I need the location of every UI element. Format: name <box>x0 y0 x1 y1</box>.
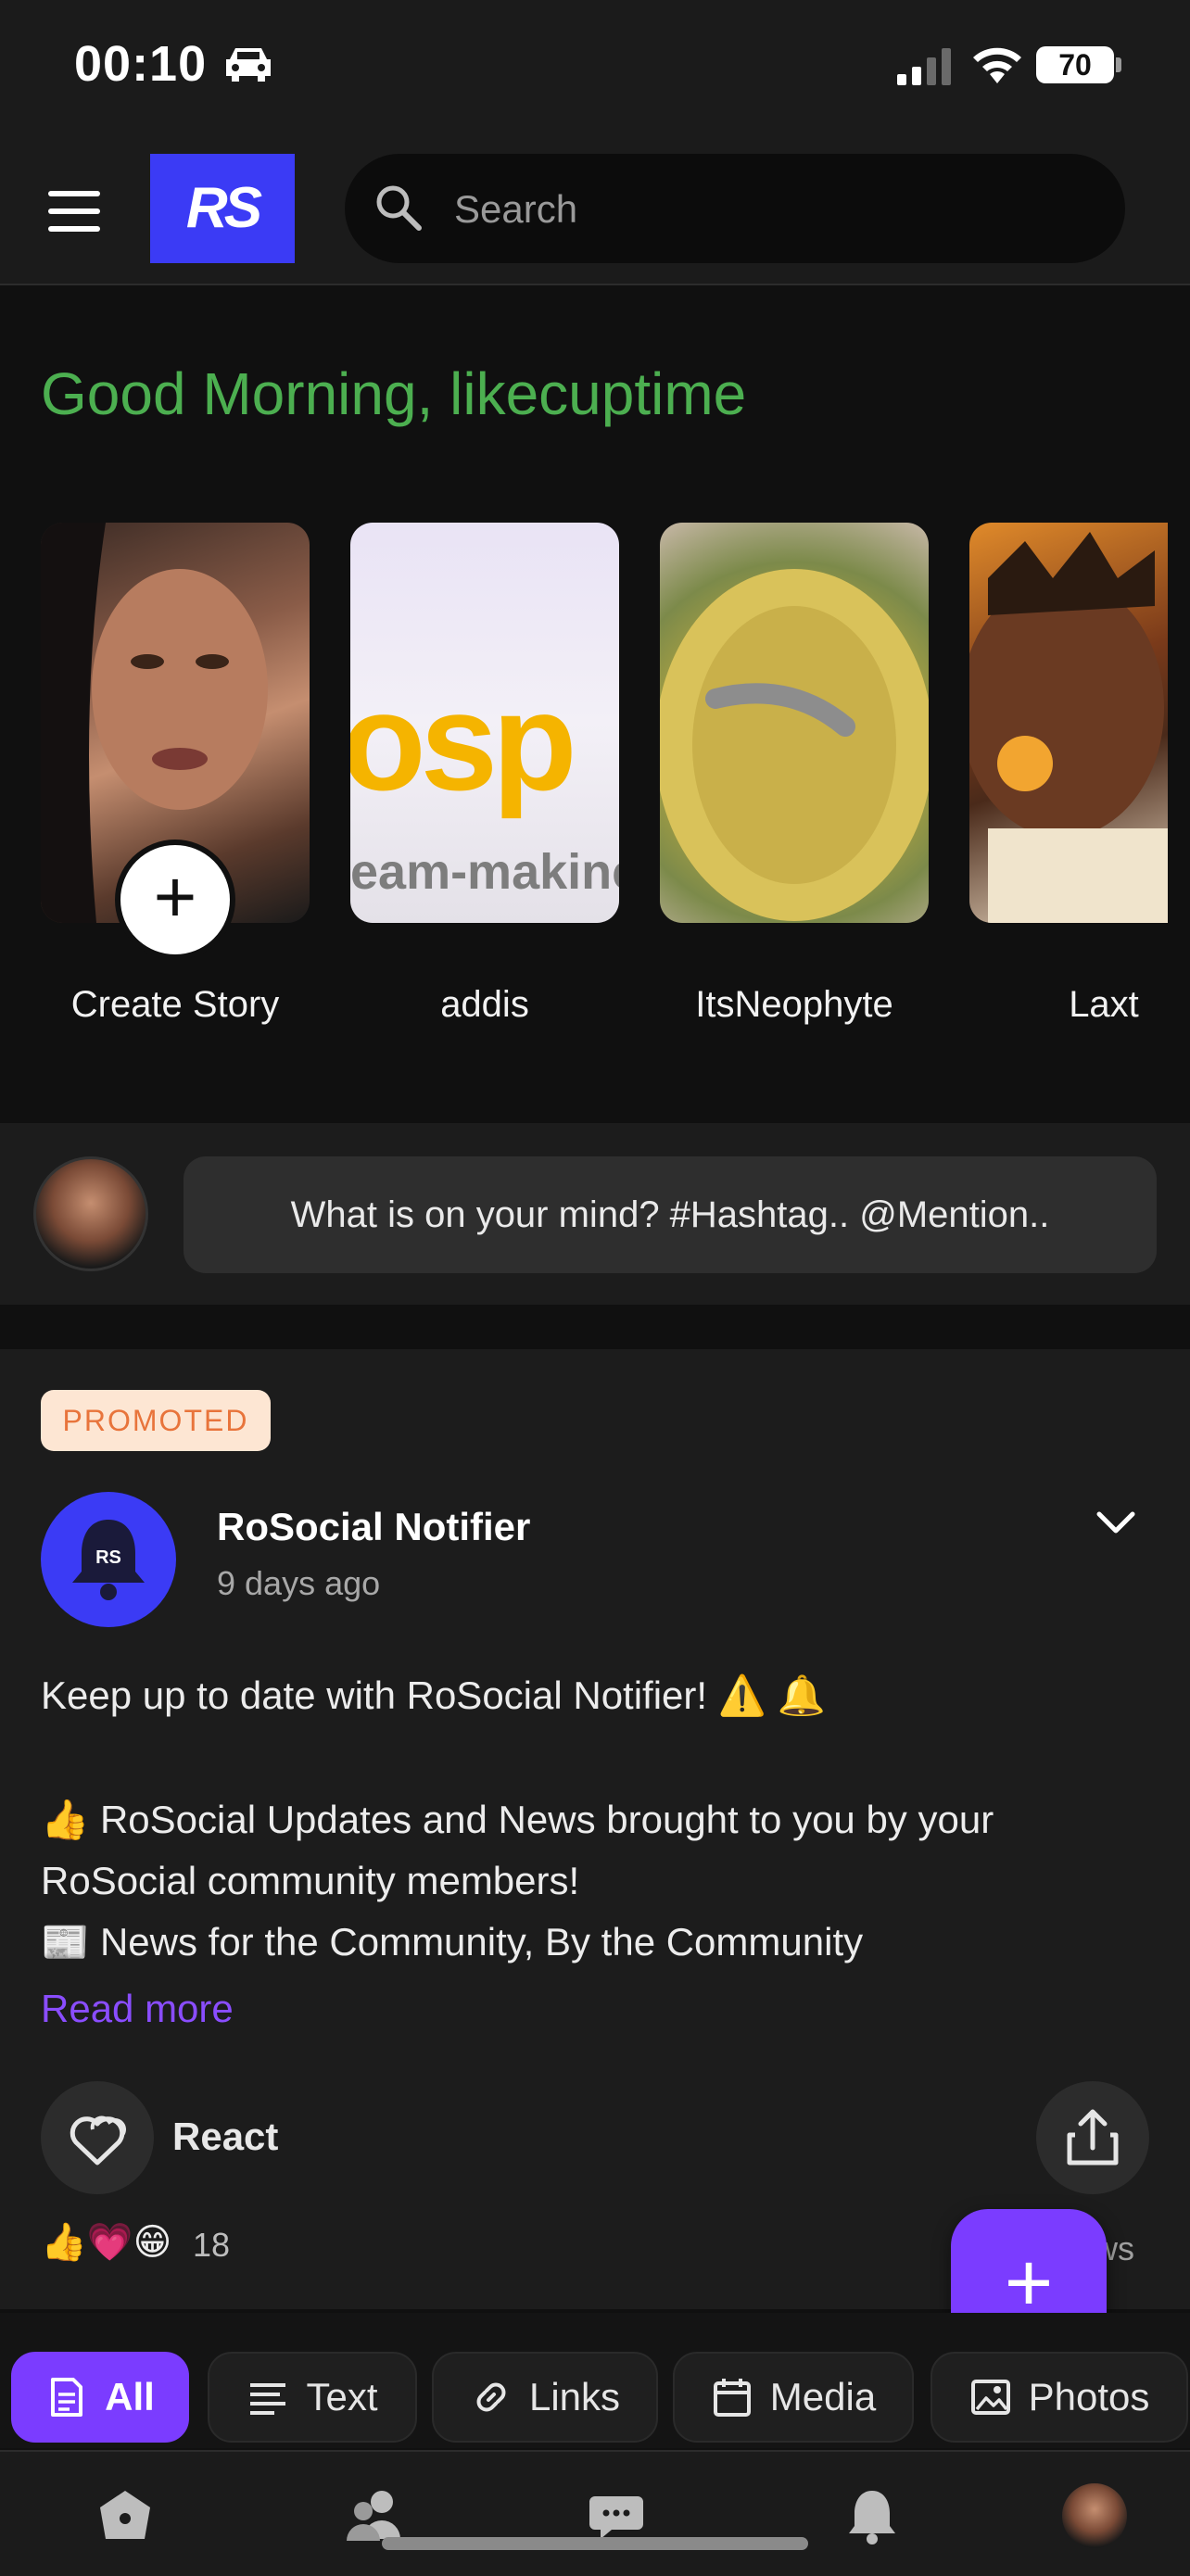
story-thumb-subtext: eam-makinc <box>350 844 619 900</box>
home-indicator <box>382 2537 808 2550</box>
app-logo[interactable]: RS <box>150 154 295 263</box>
status-time: 00:10 <box>74 36 208 92</box>
story-thumb-text: osp <box>350 663 577 819</box>
promoted-badge: PROMOTED <box>41 1390 271 1451</box>
wifi-icon <box>973 47 1021 83</box>
media-calendar-icon <box>713 2379 751 2417</box>
heart-icon <box>70 2115 126 2166</box>
avatar-art <box>969 532 1168 923</box>
post-author-name[interactable]: RoSocial Notifier <box>217 1505 530 1549</box>
react-button[interactable] <box>41 2081 154 2194</box>
post-body-line: 👍 RoSocial Updates and News brought to y… <box>41 1798 994 1841</box>
share-button[interactable] <box>1036 2081 1149 2194</box>
filter-chip-label: Photos <box>1028 2375 1150 2418</box>
post-body-line: 📰 News for the Community, By the Communi… <box>41 1920 864 1964</box>
react-label[interactable]: React <box>172 2115 278 2159</box>
bell-icon[interactable] <box>840 2483 905 2548</box>
post-body-line: RoSocial community members! <box>41 1859 580 1902</box>
story-card-addis[interactable]: osp eam-makinc <box>350 523 619 923</box>
story-card-itsneophyte[interactable] <box>660 523 929 923</box>
post-body-line: Keep up to date with RoSocial Notifier! … <box>41 1673 826 1717</box>
composer-input[interactable]: What is on your mind? #Hashtag.. @Mentio… <box>184 1156 1157 1273</box>
story-label-itsneophyte: ItsNeophyte <box>695 984 893 1025</box>
reaction-count: 18 <box>193 2226 231 2264</box>
profile-avatar[interactable] <box>1062 2483 1127 2548</box>
hamburger-menu-icon[interactable] <box>48 191 100 232</box>
filter-chip-text[interactable]: Text <box>208 2352 417 2443</box>
bell-logo-icon: RS <box>72 1520 145 1600</box>
story-label-create: Create Story <box>70 984 280 1025</box>
battery-indicator: 70 <box>1036 46 1114 83</box>
search-input[interactable] <box>452 172 1105 246</box>
filter-chip-label: Media <box>769 2375 877 2418</box>
filter-chip-media[interactable]: Media <box>673 2352 914 2443</box>
post-timestamp: 9 days ago <box>217 1564 381 1602</box>
post-author-avatar[interactable]: RS <box>41 1492 176 1627</box>
filter-chip-label: Links <box>528 2375 621 2418</box>
filter-chip-links[interactable]: Links <box>432 2352 658 2443</box>
battery-cap <box>1116 57 1121 72</box>
composer-avatar[interactable] <box>33 1156 148 1271</box>
share-icon <box>1067 2109 1119 2166</box>
car-icon <box>226 48 271 82</box>
story-card-laxt[interactable] <box>969 523 1168 923</box>
chevron-down-icon[interactable] <box>1094 1505 1138 1542</box>
story-label-laxt: Laxt <box>1069 984 1139 1025</box>
filter-chip-label: All <box>105 2375 155 2418</box>
link-icon <box>476 2382 506 2412</box>
food-photo <box>660 569 929 921</box>
image-icon <box>970 2380 1010 2415</box>
filter-chip-label: Text <box>306 2375 378 2418</box>
svg-text:RS: RS <box>95 1547 121 1568</box>
signal-icon <box>897 48 951 85</box>
reaction-emojis[interactable]: 👍💗😁 <box>41 2220 171 2264</box>
text-lines-icon <box>250 2383 286 2415</box>
greeting-heading: Good Morning, likecuptime <box>41 360 747 427</box>
home-icon[interactable] <box>93 2483 158 2548</box>
story-label-addis: addis <box>440 984 529 1025</box>
document-icon <box>51 2378 83 2417</box>
read-more-link[interactable]: Read more <box>41 1987 234 2031</box>
create-story-plus-button[interactable]: + <box>115 840 235 960</box>
filter-chip-all[interactable]: All <box>11 2352 189 2443</box>
filter-chip-photos[interactable]: Photos <box>930 2352 1188 2443</box>
search-icon <box>376 185 422 231</box>
